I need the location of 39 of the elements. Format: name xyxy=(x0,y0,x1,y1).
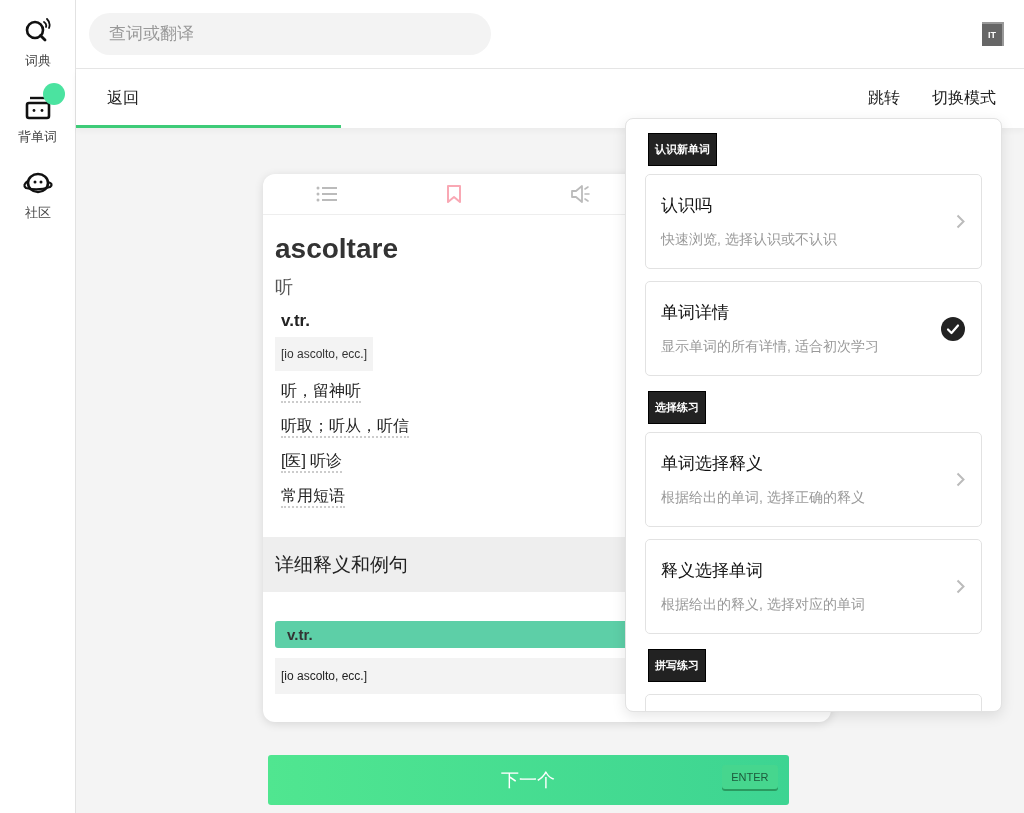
section-label: 选择练习 xyxy=(648,391,706,424)
mode-option[interactable]: 释义选择单词 根据给出的释义, 选择对应的单词 xyxy=(645,539,982,634)
option-description: 根据给出的单词, 选择正确的释义 xyxy=(661,489,865,507)
definition-link[interactable]: 听取；听从，听信 xyxy=(281,417,409,438)
language-badge[interactable]: IT xyxy=(982,22,1004,46)
part-of-speech: v.tr. xyxy=(281,311,310,331)
option-title: 认识吗 xyxy=(661,195,713,217)
grammar-note: [io ascolto, ecc.] xyxy=(275,337,374,371)
bookmark-icon[interactable] xyxy=(445,184,462,204)
headword: ascoltare xyxy=(275,233,398,265)
option-title: 单词选择释义 xyxy=(661,453,764,475)
option-description: 根据给出的释义, 选择对应的单词 xyxy=(661,596,865,614)
search-field[interactable]: 查词或翻译 xyxy=(89,13,491,55)
mode-option[interactable]: 单词选择释义 根据给出的单词, 选择正确的释义 xyxy=(645,432,982,527)
back-link[interactable]: 返回 xyxy=(107,88,139,109)
sidebar-item[interactable]: 背单词 xyxy=(1,80,74,146)
option-description: 显示单词的所有详情, 适合初次学习 xyxy=(661,338,879,356)
option-title: 单词详情 xyxy=(661,302,730,324)
planet-face-icon xyxy=(20,171,55,195)
definition-link[interactable]: 常用短语 xyxy=(281,487,345,508)
option-description: 快速浏览, 选择认识或不认识 xyxy=(661,231,837,249)
toolbar-link[interactable]: 跳转 xyxy=(868,88,900,109)
section-label: 拼写练习 xyxy=(648,649,706,682)
section-label: 认识新单词 xyxy=(648,133,717,166)
search-icon xyxy=(23,18,52,44)
definition-link[interactable]: 听，留神听 xyxy=(281,382,361,403)
sidebar-item[interactable]: 社区 xyxy=(1,156,74,222)
mode-option[interactable]: 认识吗 快速浏览, 选择认识或不认识 xyxy=(645,174,982,269)
definition-link[interactable]: [医] 听诊 xyxy=(281,452,343,473)
meaning-text: 听 xyxy=(275,276,293,299)
mode-option[interactable]: 单词详情 显示单词的所有详情, 适合初次学习 xyxy=(645,281,982,376)
card-box-icon xyxy=(24,94,51,120)
sidebar-item[interactable]: 词典 xyxy=(1,4,74,70)
speaker-icon[interactable] xyxy=(569,184,592,204)
next-button[interactable]: 下一个 ENTER xyxy=(267,755,789,805)
list-icon[interactable] xyxy=(315,186,338,202)
toolbar-link[interactable]: 切换模式 xyxy=(932,88,996,109)
option-title: 释义选择单词 xyxy=(661,560,764,582)
key-hint: ENTER xyxy=(722,765,778,789)
